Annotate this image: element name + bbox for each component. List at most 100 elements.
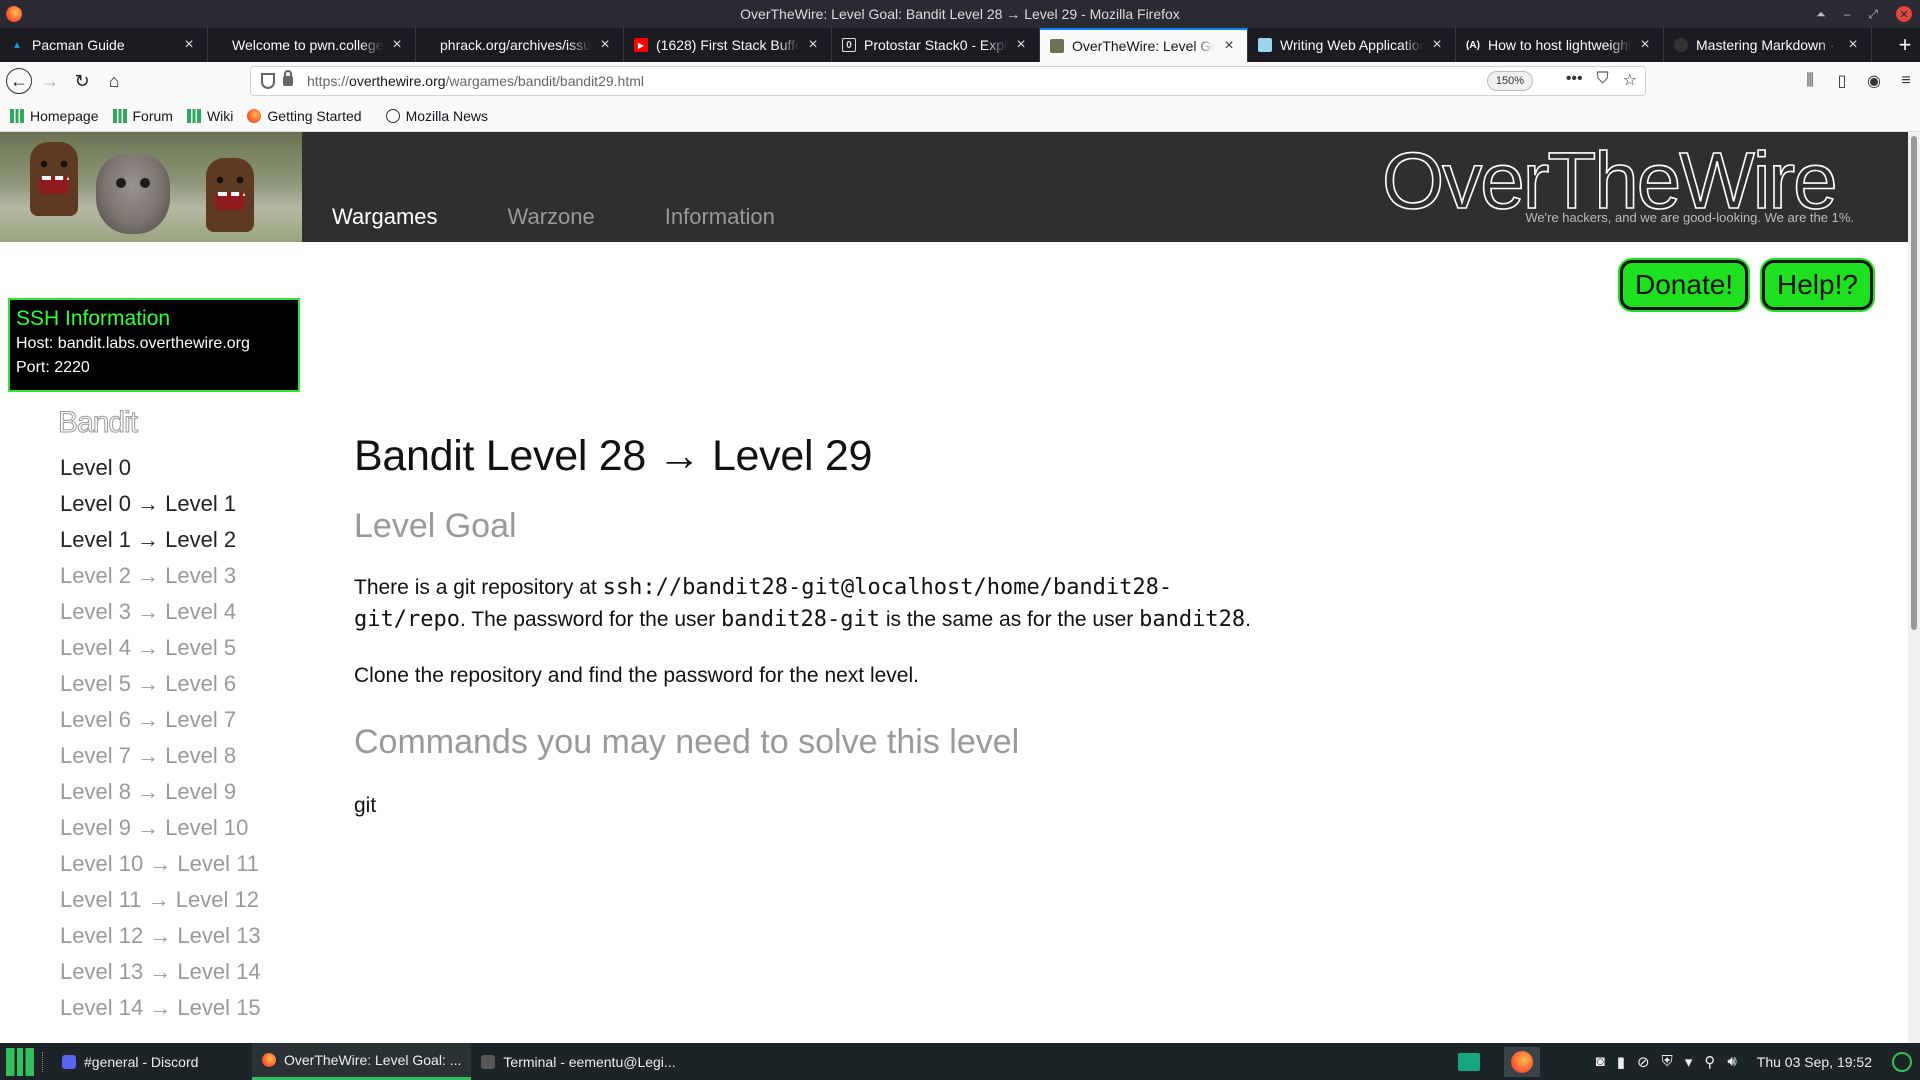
minimize-icon[interactable]: – [1844,7,1851,21]
reload-button[interactable]: ↻ [68,67,96,95]
ssh-info-box: SSH Information Host: bandit.labs.overth… [8,298,300,392]
bookmark-wiki[interactable]: Wiki [186,107,234,124]
pocket-icon[interactable]: ⛉ [1597,70,1609,90]
tab-close-icon[interactable]: × [1221,37,1237,55]
tab-title: Pacman Guide [32,37,125,53]
keep-above-icon[interactable]: ⏶ [1816,7,1826,22]
bookmark-mozilla-news[interactable]: Mozilla News [385,108,488,124]
bookmark-forum[interactable]: Forum [112,107,173,124]
bookmark-label: Wiki [206,107,234,124]
level-link[interactable]: Level 4 → Level 5 [60,630,261,666]
notifications-muted-icon[interactable]: ⊘ [1637,1053,1650,1071]
level-link[interactable]: Level 8 → Level 9 [60,774,261,810]
tab-close-icon[interactable]: × [1429,36,1445,54]
task-firefox[interactable]: OverTheWire: Level Goal: ... [252,1043,472,1080]
scrollbar-thumb[interactable] [1911,136,1917,630]
library-icon[interactable]: ⫼ [1800,67,1820,95]
task-terminal[interactable]: Terminal - eementu@Legi... [471,1043,685,1080]
sidebar-toggle-icon[interactable]: ▯ [1832,67,1852,95]
tab-title: OverTheWire: Level Goal [1072,38,1215,54]
level-link[interactable]: Level 1 → Level 2 [60,522,261,558]
url-actions: ••• ⛉ ☆ [1566,70,1637,90]
bandit-logo-text: Bandit [58,406,139,438]
nav-information[interactable]: Information [665,204,775,230]
tab-title: (1628) First Stack Buffer [656,37,799,53]
wifi-icon[interactable]: ▾ [1685,1053,1693,1071]
bookmark-label: Forum [132,107,173,124]
tab-close-icon[interactable]: × [1637,36,1653,54]
clipboard-icon[interactable]: ▮ [1617,1053,1625,1071]
maximize-icon[interactable]: ⤢ [1868,7,1878,22]
tab-youtube[interactable]: ▶ (1628) First Stack Buffer × [624,28,832,62]
command-git[interactable]: git [354,790,1254,822]
tab-mastering-markdown[interactable]: Mastering Markdown · GitHub × [1664,28,1872,62]
bookmark-homepage[interactable]: Homepage [10,108,99,124]
help-button[interactable]: Help!? [1762,260,1873,310]
level-link[interactable]: Level 2 → Level 3 [60,558,261,594]
account-icon[interactable]: ◉ [1864,67,1884,95]
tab-close-icon[interactable]: × [389,36,405,54]
tab-writing-web-apps[interactable]: Writing Web Applications × [1248,28,1456,62]
close-window-icon[interactable]: ✕ [1896,6,1912,22]
back-button[interactable]: ← [6,68,32,94]
workspace-1[interactable] [1457,1052,1480,1071]
bookmark-star-icon[interactable]: ☆ [1623,70,1637,90]
level-link[interactable]: Level 13 → Level 14 [60,954,261,990]
window-titlebar: OverTheWire: Level Goal: Bandit Level 28… [0,0,1920,28]
level-link[interactable]: Level 12 → Level 13 [60,918,261,954]
level-link[interactable]: Level 11 → Level 12 [60,882,261,918]
protostar-icon: 0 [842,38,856,52]
tab-close-icon[interactable]: × [181,36,197,54]
tab-close-icon[interactable]: × [597,36,613,54]
url-bar[interactable]: https://overthewire.org/wargames/bandit/… [250,66,1646,96]
tab-pacman-guide[interactable]: ▲ Pacman Guide × [0,28,208,62]
discord-tray-icon[interactable]: ◙ [1596,1053,1605,1070]
home-button[interactable]: ⌂ [100,67,128,95]
shield-tray-icon[interactable]: ⛨ [1662,1053,1673,1070]
clock[interactable]: Thu 03 Sep, 19:52 [1757,1054,1872,1070]
tab-protostar[interactable]: 0 Protostar Stack0 - Exploit × [832,28,1040,62]
bookmark-getting-started[interactable]: Getting Started [247,108,362,124]
forward-button[interactable]: → [36,67,64,95]
tab-host-lightweight[interactable]: (A) How to host lightweight × [1456,28,1664,62]
workspace-switcher[interactable] [1450,1046,1542,1077]
level-link[interactable]: Level 14 → Level 15 [60,990,261,1026]
bandit-logo: Bandit [58,406,140,439]
level-link[interactable]: Level 5 → Level 6 [60,666,261,702]
tab-close-icon[interactable]: × [1845,36,1861,54]
level-link[interactable]: Level 0 → Level 1 [60,486,261,522]
tracking-protection-icon[interactable] [261,73,275,89]
level-link[interactable]: Level 7 → Level 8 [60,738,261,774]
nav-wargames[interactable]: Wargames [332,204,438,230]
manjaro-menu-icon[interactable] [6,1047,34,1076]
workspace-2[interactable] [1503,1046,1540,1077]
lock-icon[interactable] [283,70,293,86]
level-link[interactable]: Level 6 → Level 7 [60,702,261,738]
taskbar: #general - Discord OverTheWire: Level Go… [0,1043,1920,1080]
taskbar-separator [42,1051,44,1072]
nav-warzone[interactable]: Warzone [508,204,595,230]
tab-close-icon[interactable]: × [805,36,821,54]
level-link[interactable]: Level 3 → Level 4 [60,594,261,630]
power-icon[interactable] [1892,1051,1912,1072]
task-discord[interactable]: #general - Discord [52,1043,252,1080]
donate-button[interactable]: Donate! [1620,260,1749,310]
tab-phrack[interactable]: phrack.org/archives/issues/ × [416,28,624,62]
zoom-indicator[interactable]: 150% [1486,71,1533,91]
link-icon[interactable]: ⚲ [1704,1053,1715,1071]
new-tab-button[interactable]: + [1890,28,1920,62]
tab-pwn-college[interactable]: Welcome to pwn.college! | pwn.college × [208,28,416,62]
tab-close-icon[interactable]: × [1013,36,1029,54]
level-link[interactable]: Level 10 → Level 11 [60,846,261,882]
tab-overthewire[interactable]: OverTheWire: Level Goal × [1040,28,1248,62]
ssh-info-title: SSH Information [16,307,171,330]
page-scrollbar[interactable] [1908,132,1920,1043]
volume-icon[interactable]: 🔊︎ [1727,1053,1736,1070]
level-link[interactable]: Level 9 → Level 10 [60,810,261,846]
goal-text-part: There is a git repository at [354,576,603,599]
hamburger-menu-icon[interactable]: ≡ [1896,67,1916,95]
window-controls: ⏶ – ⤢ ✕ [1816,0,1912,28]
level-link[interactable]: Level 0 [60,450,261,486]
page-actions-icon[interactable]: ••• [1566,70,1583,90]
goal-text-part: . The password for the user [459,608,722,631]
